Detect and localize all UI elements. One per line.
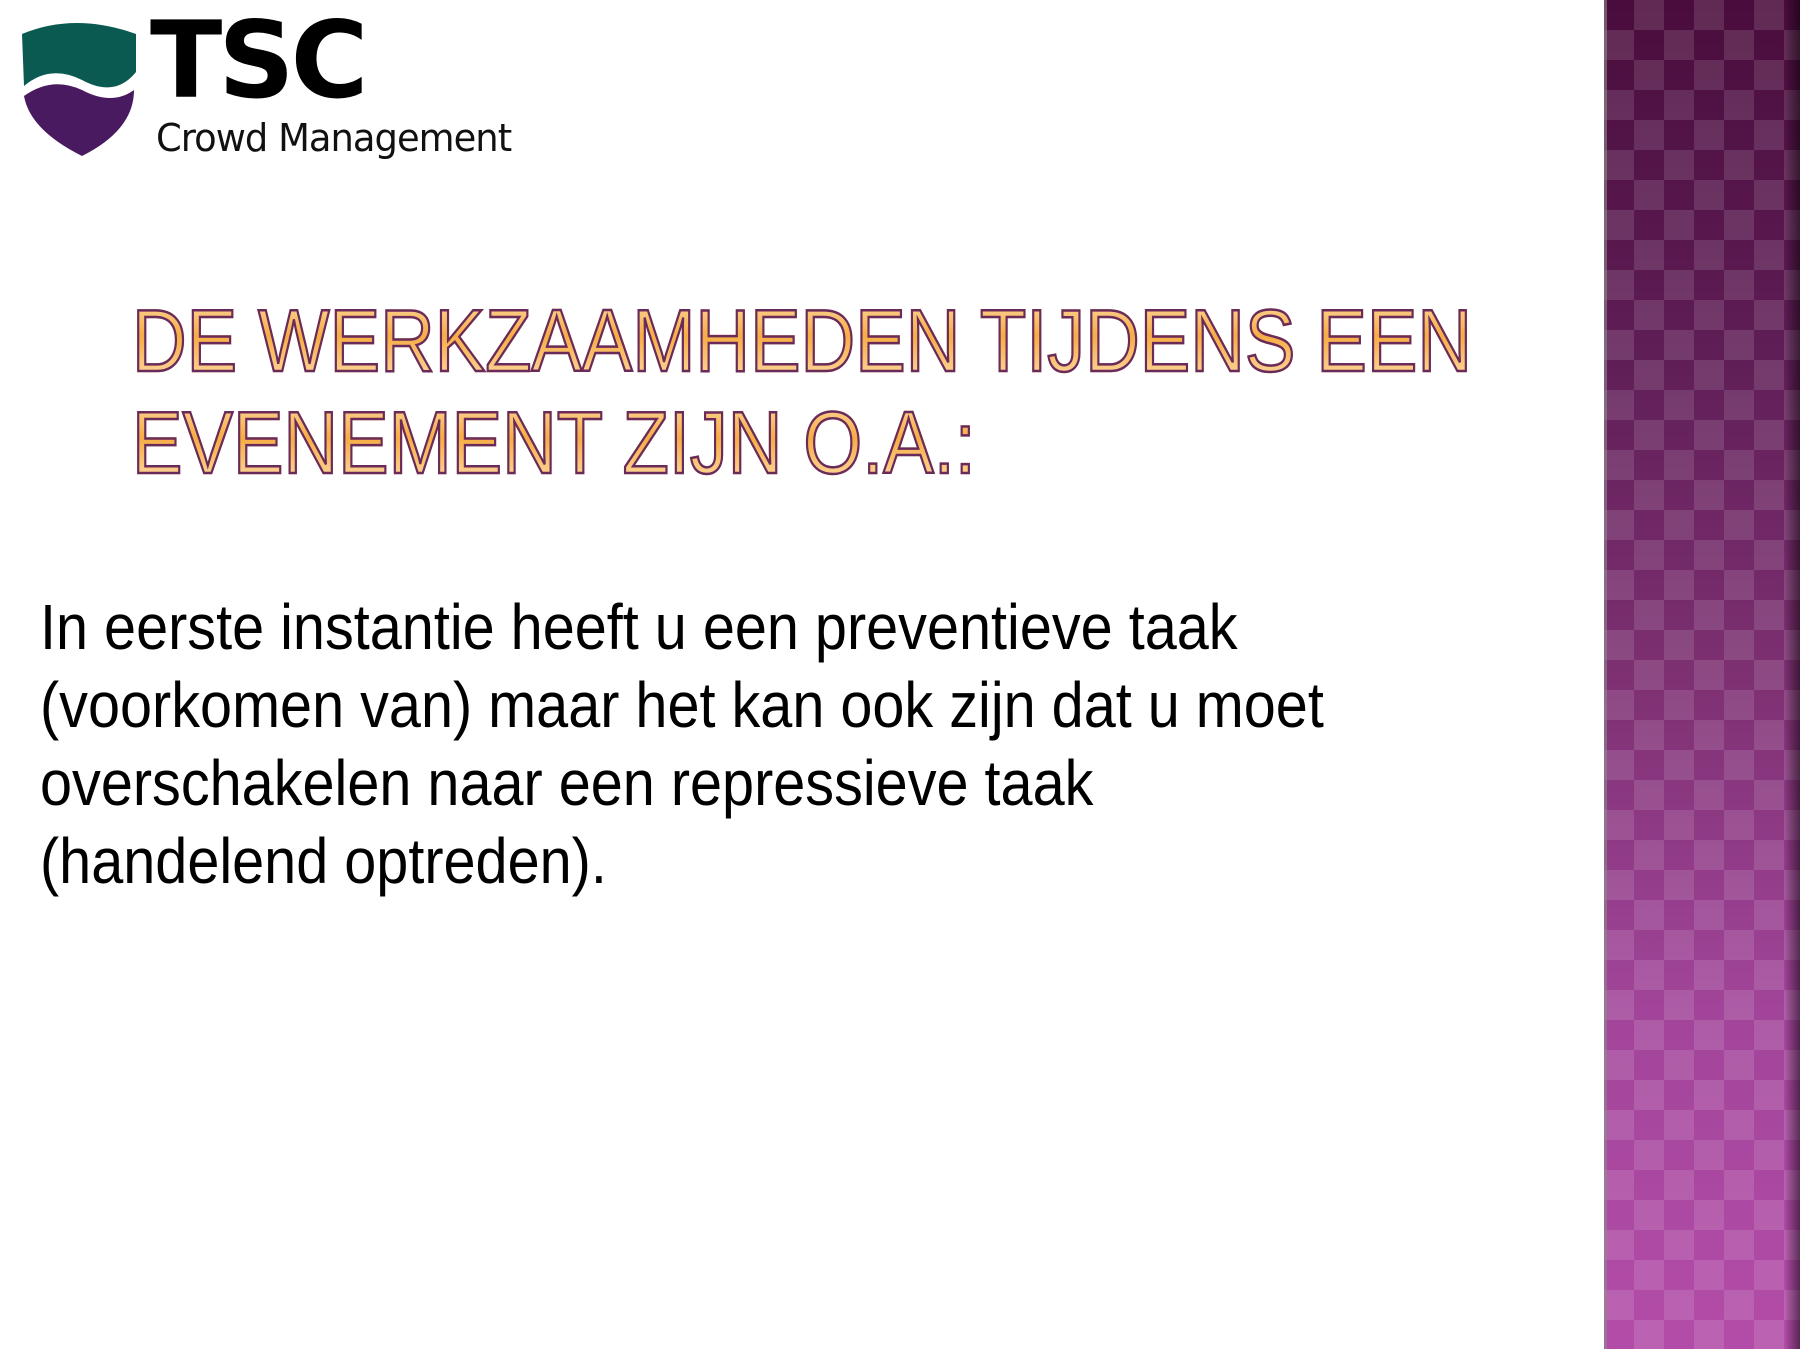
shield-logo-icon xyxy=(22,23,136,156)
tsc-logo: TSC Crowd Management xyxy=(20,8,560,165)
title-line: EVENEMENT ZIJN O.A.: xyxy=(131,392,1472,494)
body-line: (handelend optreden). xyxy=(40,825,607,897)
body-line: In eerste instantie heeft u een preventi… xyxy=(40,591,1238,663)
slide-body: In eerste instantie heeft u een preventi… xyxy=(40,588,1466,900)
decorative-sidebar xyxy=(1604,0,1800,1349)
sidebar-edge xyxy=(1604,0,1607,1349)
slide-title: DE WERKZAAMHEDEN TIJDENS EEN EVENEMENT Z… xyxy=(131,290,1690,494)
body-line: (voorkomen van) maar het kan ook zijn da… xyxy=(40,669,1324,741)
sidebar-shadow xyxy=(1786,0,1800,1349)
logo-name: TSC xyxy=(150,0,368,122)
body-line: overschakelen naar een repressieve taak xyxy=(40,747,1094,819)
logo-subtitle: Crowd Management xyxy=(156,116,512,160)
title-line: DE WERKZAAMHEDEN TIJDENS EEN xyxy=(131,290,1473,392)
